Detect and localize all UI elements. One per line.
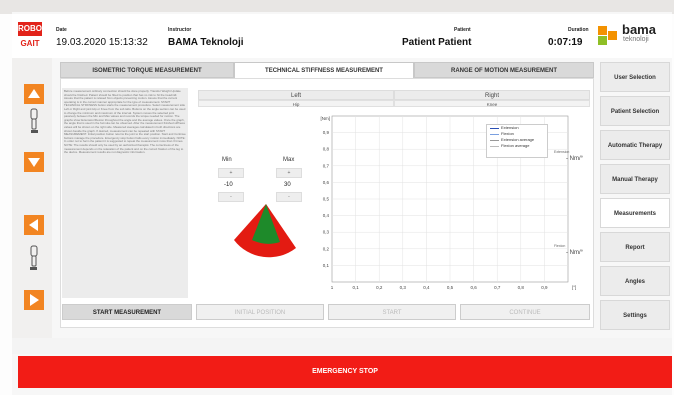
tab-technical-stiffness[interactable]: TECHNICAL STIFFNESS MEASUREMENT <box>234 62 414 78</box>
bama-brand-name: bama <box>622 22 656 37</box>
logo-line2: GAIT <box>20 39 40 48</box>
chart-x-tick-label: 0,4 <box>423 285 430 290</box>
tab-isometric-torque[interactable]: ISOMETRIC TORQUE MEASUREMENT <box>60 62 234 78</box>
min-angle-value: -10 <box>224 182 233 188</box>
chart-x-tick-label: 0,3 <box>400 285 407 290</box>
extension-stiffness-value: - Nm/° <box>566 156 584 162</box>
chart-y-tick-label: 0,1 <box>323 263 330 268</box>
up-arrow-button[interactable] <box>24 84 44 104</box>
right-arrow-button[interactable] <box>24 290 44 310</box>
nav-manual-therapy[interactable]: Manual Therapy <box>600 164 670 194</box>
emergency-stop-button[interactable]: EMERGENCY STOP <box>18 356 672 388</box>
left-arrow-button[interactable] <box>24 215 44 235</box>
flexion-stiffness-value: - Nm/° <box>566 250 584 256</box>
chart-x-tick-label: 0,8 <box>518 285 525 290</box>
bama-brand-sub: teknoloji <box>623 36 649 43</box>
triangle-right-icon <box>30 294 39 306</box>
chart-y-tick-label: 0,8 <box>323 147 330 152</box>
min-label: Min <box>222 157 232 163</box>
chart-y-tick-label: 0,3 <box>323 230 330 235</box>
continue-button[interactable]: CONTINUE <box>460 304 590 320</box>
down-arrow-button[interactable] <box>24 152 44 172</box>
logo-line1: ROBO <box>18 22 42 36</box>
tab-right-side[interactable]: Right <box>394 90 590 100</box>
bama-logo-square-orange-2 <box>608 31 617 40</box>
start-measurement-button[interactable]: START MEASUREMENT <box>62 304 192 320</box>
triangle-down-icon <box>28 158 40 167</box>
chart-y-tick-label: 0,5 <box>323 197 330 202</box>
tab-hip-joint[interactable]: Hip <box>198 100 394 107</box>
chart-x-origin-label: 1 <box>331 285 334 290</box>
legend-extension-label: Extension <box>501 125 519 130</box>
initial-position-button[interactable]: INITIAL POSITION <box>196 304 324 320</box>
bama-logo-square-green <box>598 36 607 45</box>
instructor-value: BAMA Teknoloji <box>168 37 244 48</box>
date-value: 19.03.2020 15:13:32 <box>56 37 148 48</box>
tab-range-of-motion[interactable]: RANGE OF MOTION MEASUREMENT <box>414 62 594 78</box>
flexion-stiffness-label: Flexion <box>554 244 566 248</box>
legend-flexion-average-label: Flexion average <box>501 143 530 148</box>
extension-stiffness-label: Extension <box>554 150 570 154</box>
duration-value: 0:07:19 <box>548 37 583 48</box>
chart-y-tick-label: 0,6 <box>323 180 330 185</box>
min-increase-button[interactable]: + <box>218 168 244 178</box>
patient-value: Patient Patient <box>402 37 472 48</box>
chart-x-tick-label: 0,9 <box>541 285 548 290</box>
chart-y-axis-unit: [Nm] <box>321 116 331 121</box>
leg-side-icon <box>30 108 38 133</box>
legend-flexion-average: Flexion average <box>487 143 547 149</box>
bottom-strip <box>12 338 672 354</box>
max-label: Max <box>283 157 295 163</box>
robogait-logo: ROBO GAIT <box>18 22 42 56</box>
duration-label: Duration <box>568 27 589 33</box>
nav-measurements[interactable]: Measurements <box>600 198 670 228</box>
measurement-tabs: ISOMETRIC TORQUE MEASUREMENT TECHNICAL S… <box>60 62 594 78</box>
nav-angles[interactable]: Angles <box>600 266 670 296</box>
nav-user-selection[interactable]: User Selection <box>600 62 670 92</box>
chart-legend: Extension Flexion Extension average Flex… <box>486 124 548 158</box>
chart-x-tick-label: 0,7 <box>494 285 501 290</box>
start-button[interactable]: START <box>328 304 456 320</box>
right-navigation: User Selection Patient Selection Automat… <box>600 62 672 334</box>
range-sector-graphic <box>234 204 296 258</box>
nav-report[interactable]: Report <box>600 232 670 262</box>
header-bar <box>12 14 672 58</box>
chart-y-tick-label: 0,7 <box>323 163 330 168</box>
max-angle-value: 30 <box>284 182 291 188</box>
nav-patient-selection[interactable]: Patient Selection <box>600 96 670 126</box>
tab-knee-joint[interactable]: Knee <box>394 100 590 107</box>
legend-flexion-label: Flexion <box>501 131 514 136</box>
triangle-left-icon <box>29 219 38 231</box>
chart-y-tick-label: 0,4 <box>323 213 330 218</box>
nav-automatic-therapy[interactable]: Automatic Therapy <box>600 130 670 160</box>
chart-x-tick-label: 0,6 <box>470 285 477 290</box>
instructions-text: Before measurement ordinary connection s… <box>64 89 186 155</box>
triangle-up-icon <box>28 89 40 98</box>
max-increase-button[interactable]: + <box>276 168 302 178</box>
chart-x-tick-label: 0,2 <box>376 285 383 290</box>
tab-left-side[interactable]: Left <box>198 90 394 100</box>
date-label: Date <box>56 27 67 33</box>
chart-y-tick-label: 0,2 <box>323 246 330 251</box>
instructor-label: Instructor <box>168 27 192 33</box>
patient-label: Patient <box>454 27 471 33</box>
leg-front-icon <box>30 245 38 270</box>
instructions-box: Before measurement ordinary connection s… <box>62 88 188 298</box>
bama-logo-square-orange <box>598 26 607 35</box>
chart-y-tick-label: 0,9 <box>323 130 330 135</box>
chart-x-tick-label: 0,5 <box>447 285 454 290</box>
chart-x-tick-label: 0,1 <box>352 285 359 290</box>
chart-x-axis-unit: [°] <box>572 285 576 290</box>
legend-extension-average-label: Extension average <box>501 137 535 142</box>
nav-settings[interactable]: Settings <box>600 300 670 330</box>
